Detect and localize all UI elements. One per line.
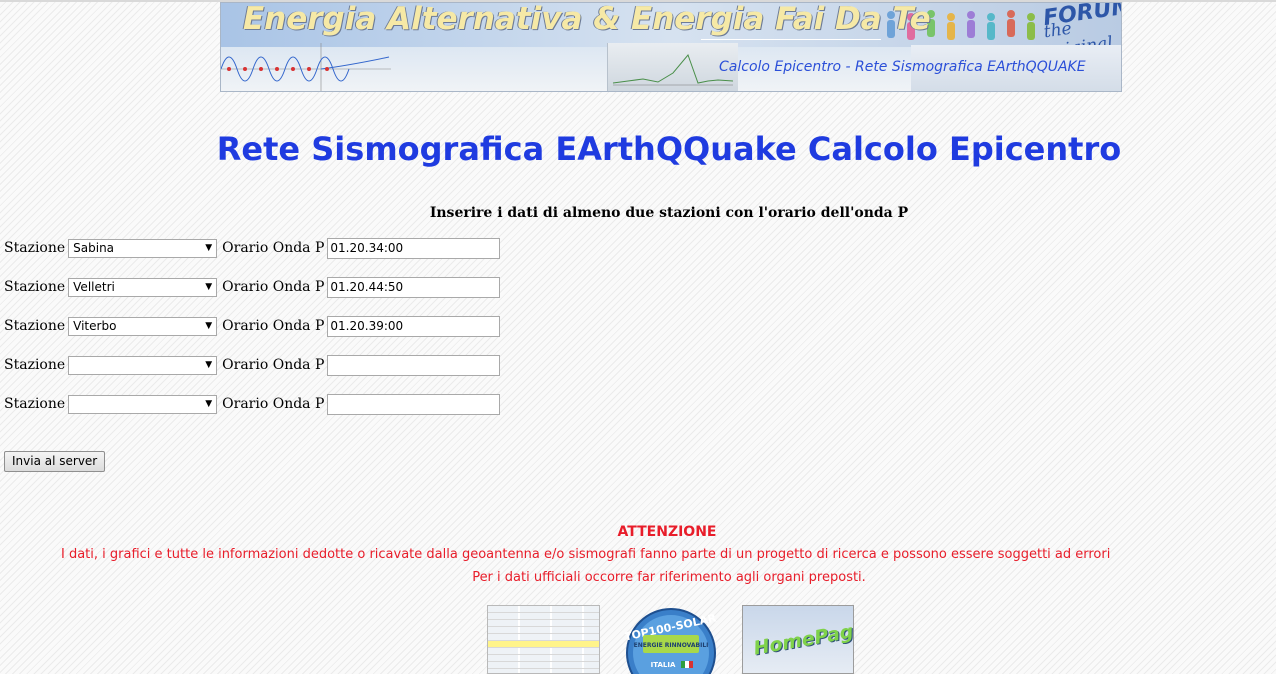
site-banner[interactable]: Energia Alternativa & Energia Fai Da Te … xyxy=(220,2,1122,92)
station-select-5[interactable]: ▼ xyxy=(68,394,218,414)
time-label: Orario Onda P xyxy=(222,240,325,256)
station-row-3: Stazione Viterbo ▼ Orario Onda P 01.20.3… xyxy=(4,315,501,337)
station-select-4[interactable]: ▼ xyxy=(68,355,218,375)
time-label: Orario Onda P xyxy=(222,318,325,334)
time-input-5[interactable] xyxy=(327,393,501,415)
page-title: Rete Sismografica EArthQQuake Calcolo Ep… xyxy=(216,130,1122,168)
time-input-4[interactable] xyxy=(327,354,501,376)
table-row xyxy=(488,620,599,627)
chevron-down-icon: ▼ xyxy=(205,359,213,370)
form-instructions: Inserire i dati di almeno due stazioni c… xyxy=(429,205,909,221)
station-label: Stazione xyxy=(4,279,66,295)
homepage-thumbnail-label: HomePage xyxy=(751,618,854,660)
badge-middle-text: ENERGIE RINNOVABILI xyxy=(634,642,709,649)
station-select-value: Viterbo xyxy=(73,318,117,333)
station-label: Stazione xyxy=(4,357,66,373)
table-row xyxy=(488,655,599,662)
station-label: Stazione xyxy=(4,318,66,334)
station-label: Stazione xyxy=(4,240,66,256)
table-row xyxy=(488,613,599,620)
station-select-2[interactable]: Velletri ▼ xyxy=(68,277,218,297)
warning-official-note: Per i dati ufficiali occorre far riferim… xyxy=(472,570,866,585)
top100-solar-badge[interactable]: TOP100-SOLAR ENERGIE RINNOVABILI ITALIA xyxy=(625,605,718,674)
chevron-down-icon: ▼ xyxy=(205,398,213,409)
station-row-1: Stazione Sabina ▼ Orario Onda P 01.20.34… xyxy=(4,237,501,259)
station-label: Stazione xyxy=(4,396,66,412)
chevron-down-icon: ▼ xyxy=(205,320,213,331)
time-input-2[interactable]: 01.20.44:50 xyxy=(327,276,501,298)
station-row-4: Stazione ▼ Orario Onda P xyxy=(4,354,501,376)
chevron-down-icon: ▼ xyxy=(205,281,213,292)
station-row-2: Stazione Velletri ▼ Orario Onda P 01.20.… xyxy=(4,276,501,298)
warning-title: ATTENZIONE xyxy=(617,524,717,540)
time-input-1[interactable]: 01.20.34:00 xyxy=(327,237,501,259)
homepage-forum-thumbnail[interactable]: HomePage xyxy=(742,605,854,674)
time-label: Orario Onda P xyxy=(222,396,325,412)
banner-title: Energia Alternativa & Energia Fai Da Te xyxy=(243,2,931,37)
table-row xyxy=(488,662,599,669)
solar-badge-icon: TOP100-SOLAR ENERGIE RINNOVABILI ITALIA xyxy=(625,608,718,674)
table-row xyxy=(488,669,599,673)
time-input-3[interactable]: 01.20.39:00 xyxy=(327,315,501,337)
table-row xyxy=(488,634,599,641)
station-select-value: Velletri xyxy=(73,279,115,294)
station-row-5: Stazione ▼ Orario Onda P xyxy=(4,393,501,415)
time-label: Orario Onda P xyxy=(222,357,325,373)
wave-graph-icon xyxy=(221,43,391,91)
time-label: Orario Onda P xyxy=(222,279,325,295)
station-select-1[interactable]: Sabina ▼ xyxy=(68,238,218,258)
data-table-thumbnail[interactable] xyxy=(487,605,600,674)
banner-divider xyxy=(701,39,881,40)
chevron-down-icon: ▼ xyxy=(205,242,213,253)
warning-text: I dati, i grafici e tutte le informazion… xyxy=(61,547,1111,562)
station-select-3[interactable]: Viterbo ▼ xyxy=(68,316,218,336)
table-row xyxy=(488,606,599,613)
table-row xyxy=(488,648,599,655)
station-select-value: Sabina xyxy=(73,240,115,255)
submit-button[interactable]: Invia al server xyxy=(4,451,106,472)
badge-country-text: ITALIA xyxy=(651,661,676,669)
table-row-highlighted xyxy=(488,641,599,648)
banner-subtitle: Calcolo Epicentro - Rete Sismografica EA… xyxy=(719,59,1086,75)
table-row xyxy=(488,627,599,634)
